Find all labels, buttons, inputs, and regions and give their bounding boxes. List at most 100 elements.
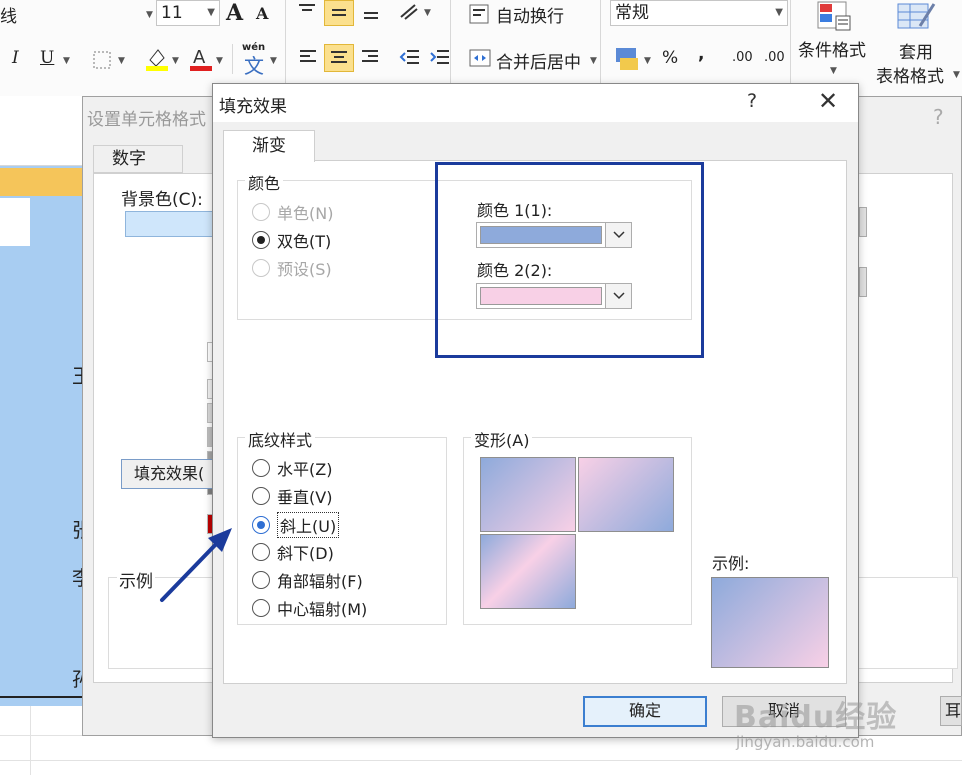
conditional-format-label[interactable]: 条件格式 [798,36,866,61]
radio-circle-selected [252,516,270,534]
conditional-format-dropdown-icon[interactable]: ▼ [830,66,837,76]
radio-shading-option[interactable]: 角部辐射(F) [252,568,363,592]
decrease-font-icon[interactable]: A [256,4,268,23]
table-format-label-1[interactable]: 套用 [899,38,933,63]
wrap-text-label[interactable]: 自动换行 [496,2,564,27]
border-dropdown-icon[interactable]: ▼ [118,56,125,66]
sample-label: 示例: [712,554,750,573]
fill-effects-button[interactable]: 填充效果( [121,459,221,489]
decrease-decimal-button[interactable]: .00 [764,50,785,65]
sheet-border [0,696,82,698]
font-color-dropdown-icon[interactable]: ▼ [216,56,223,66]
back-dialog-side-button[interactable] [859,267,867,297]
background-color-label: 背景色(C): [121,190,203,210]
radio-circle-selected [252,231,270,249]
fill-color-icon[interactable] [144,44,170,72]
percent-button[interactable]: % [662,48,678,68]
radio-shading-label: 中心辐射(M) [277,600,368,619]
radio-shading-label: 角部辐射(F) [277,572,363,591]
fill-color-dropdown-icon[interactable]: ▼ [172,56,179,66]
radio-shading-option[interactable]: 水平(Z) [252,456,332,480]
radio-shading-option[interactable]: 中心辐射(M) [252,596,367,620]
variant-tile-3[interactable] [480,534,576,609]
back-dialog-button-partial[interactable]: 耳 [940,696,962,726]
font-name-dropdown-icon[interactable]: ▼ [146,10,153,20]
accounting-format-icon[interactable] [614,44,642,72]
ribbon: 线 ▼ 11 ▼ A A ▼ 自动换行 常规 ▼ 条件格式 ▼ 套用 表格格式 … [0,0,962,96]
radio-two-colors-label: 双色(T) [277,232,332,251]
border-icon[interactable] [90,48,114,72]
italic-button[interactable]: I [12,48,19,68]
annotation-highlight-box [435,162,704,358]
radio-one-color-label: 单色(N) [277,204,334,223]
align-middle-icon[interactable] [324,0,354,26]
comma-button[interactable]: , [698,44,704,64]
font-size-value: 11 [161,3,183,23]
increase-font-icon[interactable]: A [226,0,243,26]
underline-dropdown-icon[interactable]: ▼ [63,56,70,66]
watermark-url: jingyan.baidu.com [736,733,875,751]
tab-number[interactable]: 数字 [93,145,183,173]
radio-circle [252,487,270,505]
conditional-format-icon[interactable] [812,0,856,34]
radio-shading-option[interactable]: 垂直(V) [252,484,332,508]
tab-gradient[interactable]: 渐变 [223,130,315,162]
variant-tile-1[interactable] [480,457,576,532]
fill-effects-titlebar: 填充效果 ? ✕ [213,84,858,122]
format-cells-title: 设置单元格格式 [87,110,206,130]
orientation-dropdown-icon[interactable]: ▼ [424,8,431,18]
align-right-icon[interactable] [358,46,382,68]
orientation-icon[interactable] [396,0,422,22]
radio-shading-label: 斜上(U) [277,512,340,538]
ribbon-separator [600,0,601,92]
merge-center-dropdown-icon[interactable]: ▼ [590,56,597,66]
back-dialog-side-button[interactable] [859,207,867,237]
close-icon[interactable]: ✕ [813,86,843,118]
watermark-logo: Baidu经验 [734,700,898,735]
font-size-dropdown-icon: ▼ [207,7,215,18]
ribbon-separator [232,44,233,74]
increase-indent-icon[interactable] [428,46,452,68]
table-format-dropdown-icon[interactable]: ▼ [953,70,960,80]
shading-styles-label: 底纹样式 [245,427,316,451]
radio-circle [252,203,270,221]
radio-shading-option[interactable]: 斜下(D) [252,540,334,564]
increase-decimal-button[interactable]: .00 [732,50,753,65]
radio-one-color[interactable]: 单色(N) [252,200,333,224]
ok-button[interactable]: 确定 [583,696,707,727]
align-top-icon[interactable] [296,0,318,20]
radio-circle [252,259,270,277]
align-bottom-icon[interactable] [358,2,384,24]
align-center-icon[interactable] [324,44,354,72]
table-format-icon[interactable] [894,0,938,34]
font-color-icon[interactable]: A [188,44,214,72]
help-icon[interactable]: ? [933,105,944,129]
font-name-partial[interactable]: 线 [0,2,17,27]
colors-group-label: 颜色 [245,170,284,194]
merge-center-label[interactable]: 合并后居中 [496,48,581,73]
phonetic-dropdown-icon[interactable]: ▼ [270,56,277,66]
underline-button[interactable]: U [40,48,54,68]
radio-preset[interactable]: 预设(S) [252,256,332,280]
help-icon[interactable]: ? [747,90,757,112]
accounting-dropdown-icon[interactable]: ▼ [644,56,651,66]
number-format-dropdown-icon: ▼ [775,7,783,18]
annotation-arrow-icon [160,528,232,602]
table-format-label-2[interactable]: 表格格式 [876,62,944,87]
radio-two-colors[interactable]: 双色(T) [252,228,331,252]
merge-center-icon[interactable] [467,46,493,70]
radio-circle [252,459,270,477]
number-format-box[interactable]: 常规 ▼ [610,0,788,26]
sheet-cell-white [0,198,30,246]
phonetic-icon[interactable]: 文 [244,50,264,79]
variants-label: 变形(A) [471,427,533,451]
align-left-icon[interactable] [296,46,320,68]
radio-shading-option[interactable]: 斜上(U) [252,512,340,538]
ribbon-separator [790,0,791,92]
ribbon-separator [285,0,286,92]
radio-preset-label: 预设(S) [277,260,332,279]
decrease-indent-icon[interactable] [398,46,422,68]
wrap-text-icon[interactable] [467,2,493,26]
variant-tile-2[interactable] [578,457,674,532]
font-size-box[interactable]: 11 ▼ [156,0,220,26]
